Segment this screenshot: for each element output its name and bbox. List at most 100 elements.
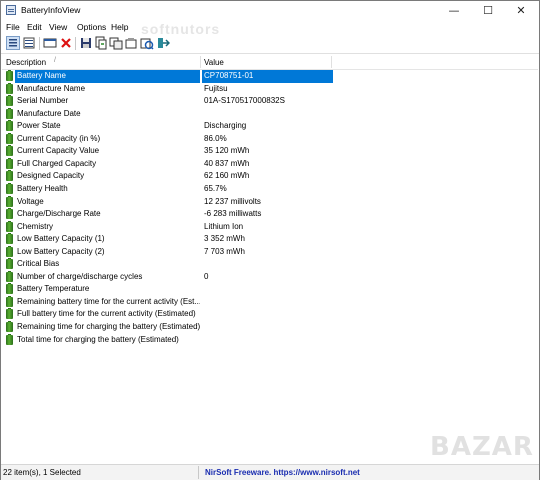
row-description: Manufacture Date xyxy=(17,108,81,118)
row-value: 12 237 millivolts xyxy=(204,196,261,206)
menu-help[interactable]: Help xyxy=(111,22,128,32)
list-item[interactable]: Low Battery Capacity (1) 3 352 mWh xyxy=(2,233,333,246)
list-item[interactable]: Manufacture Name Fujitsu xyxy=(2,82,333,96)
title-bar: BatteryInfoView — ☐ ✕ xyxy=(1,1,539,20)
menu-edit[interactable]: Edit xyxy=(27,22,42,32)
row-value xyxy=(202,308,333,321)
battery-info-list[interactable]: Description / Value Battery Name CP708751… xyxy=(2,55,538,463)
battery-icon xyxy=(6,82,13,94)
menu-file[interactable]: File xyxy=(6,22,20,32)
list-item[interactable]: Full battery time for the current activi… xyxy=(2,308,333,321)
list-item[interactable]: Current Capacity Value 35 120 mWh xyxy=(2,145,333,158)
list-item[interactable]: Low Battery Capacity (2) 7 703 mWh xyxy=(2,245,333,259)
list-item[interactable]: Designed Capacity 62 160 mWh xyxy=(2,170,333,183)
row-description: Manufacture Name xyxy=(17,83,86,93)
exit-icon[interactable] xyxy=(156,36,171,50)
row-value: 35 120 mWh xyxy=(204,146,250,156)
properties-icon[interactable] xyxy=(43,36,57,50)
minimize-button[interactable]: — xyxy=(437,2,471,19)
maximize-button[interactable]: ☐ xyxy=(471,2,505,19)
battery-icon xyxy=(6,283,13,295)
row-value: 65.7% xyxy=(204,183,227,193)
list-item[interactable]: Voltage 12 237 millivolts xyxy=(2,195,333,209)
battery-icon xyxy=(6,333,13,345)
row-description: Low Battery Capacity (1) xyxy=(17,234,105,244)
row-description: Remaining battery time for the current a… xyxy=(17,296,200,306)
status-divider xyxy=(198,466,199,479)
row-value xyxy=(202,283,333,296)
battery-icon xyxy=(6,270,13,282)
row-description: Chemistry xyxy=(17,221,54,231)
battery-icon xyxy=(6,70,13,81)
column-divider[interactable] xyxy=(200,56,201,68)
list-header: Description / Value xyxy=(2,55,538,70)
refresh-icon[interactable] xyxy=(140,36,154,50)
row-description: Charge/Discharge Rate xyxy=(17,209,101,219)
row-value xyxy=(202,258,333,271)
battery-icon xyxy=(6,132,13,144)
close-button[interactable]: ✕ xyxy=(504,2,538,19)
row-description: Battery Temperature xyxy=(17,284,90,294)
list-item[interactable]: Battery Health 65.7% xyxy=(2,182,333,196)
list-item[interactable]: Critical Bias xyxy=(2,258,333,271)
column-divider[interactable] xyxy=(331,56,332,68)
list-item[interactable]: Charge/Discharge Rate -6 283 milliwatts xyxy=(2,208,333,221)
view-list-icon[interactable] xyxy=(6,36,20,50)
menu-options[interactable]: Options xyxy=(77,22,106,32)
list-item[interactable]: Manufacture Date xyxy=(2,107,333,121)
list-item[interactable]: Remaining time for charging the battery … xyxy=(2,321,333,334)
list-item[interactable]: Number of charge/discharge cycles 0 xyxy=(2,270,333,284)
row-description: Critical Bias xyxy=(17,259,60,269)
watermark-logo: BAZAR xyxy=(430,432,534,462)
menu-bar: File Edit View Options Help xyxy=(1,20,539,34)
row-description: Designed Capacity xyxy=(17,171,85,181)
row-value xyxy=(202,321,333,334)
row-value: 0 xyxy=(204,271,209,281)
column-value-header[interactable]: Value xyxy=(204,58,224,67)
list-item[interactable]: Power State Discharging xyxy=(2,120,333,133)
row-value: 86.0% xyxy=(204,133,227,143)
view-details-icon[interactable] xyxy=(22,36,36,50)
list-item[interactable]: Battery Temperature xyxy=(2,283,333,296)
row-value: 62 160 mWh xyxy=(204,171,250,181)
list-item[interactable]: Chemistry Lithium Ion xyxy=(2,220,333,234)
battery-icon xyxy=(6,233,13,245)
row-description: Total time for charging the battery (Est… xyxy=(17,334,179,344)
row-value xyxy=(202,296,333,309)
battery-icon xyxy=(6,120,13,132)
row-value: Fujitsu xyxy=(204,83,228,93)
app-icon xyxy=(6,5,16,15)
html-report-icon[interactable] xyxy=(109,36,123,50)
delete-icon[interactable] xyxy=(59,36,73,50)
menu-view[interactable]: View xyxy=(49,22,67,32)
list-item[interactable]: Battery Name CP708751-01 xyxy=(2,70,333,83)
save-icon[interactable] xyxy=(79,36,93,50)
battery-icon xyxy=(6,195,13,207)
row-description: Full battery time for the current activi… xyxy=(17,309,196,319)
toolbar xyxy=(1,34,539,54)
battery-icon xyxy=(6,170,13,182)
column-description-header[interactable]: Description xyxy=(6,58,46,67)
list-item[interactable]: Total time for charging the battery (Est… xyxy=(2,333,333,347)
row-value: CP708751-01 xyxy=(202,70,333,83)
select-all-icon[interactable] xyxy=(124,36,138,50)
app-window: BatteryInfoView — ☐ ✕ File Edit View Opt… xyxy=(0,0,540,480)
copy-icon[interactable] xyxy=(94,36,108,50)
battery-icon xyxy=(6,208,13,220)
battery-icon xyxy=(6,220,13,232)
battery-icon xyxy=(6,182,13,194)
battery-icon xyxy=(6,308,13,320)
row-value: 40 837 mWh xyxy=(204,158,250,168)
list-item[interactable]: Full Charged Capacity 40 837 mWh xyxy=(2,157,333,171)
row-value: Lithium Ion xyxy=(204,221,244,231)
list-item[interactable]: Current Capacity (in %) 86.0% xyxy=(2,132,333,146)
nirsoft-link[interactable]: NirSoft Freeware. https://www.nirsoft.ne… xyxy=(205,468,360,477)
list-item[interactable]: Remaining battery time for the current a… xyxy=(2,295,333,309)
row-value: Discharging xyxy=(204,121,247,131)
battery-icon xyxy=(6,157,13,169)
list-item[interactable]: Serial Number 01A-S170517000832S xyxy=(2,95,333,108)
window-title: BatteryInfoView xyxy=(21,5,81,15)
status-item-count: 22 item(s), 1 Selected xyxy=(3,468,81,477)
row-description: Number of charge/discharge cycles xyxy=(17,271,143,281)
row-description: Battery Health xyxy=(17,183,68,193)
